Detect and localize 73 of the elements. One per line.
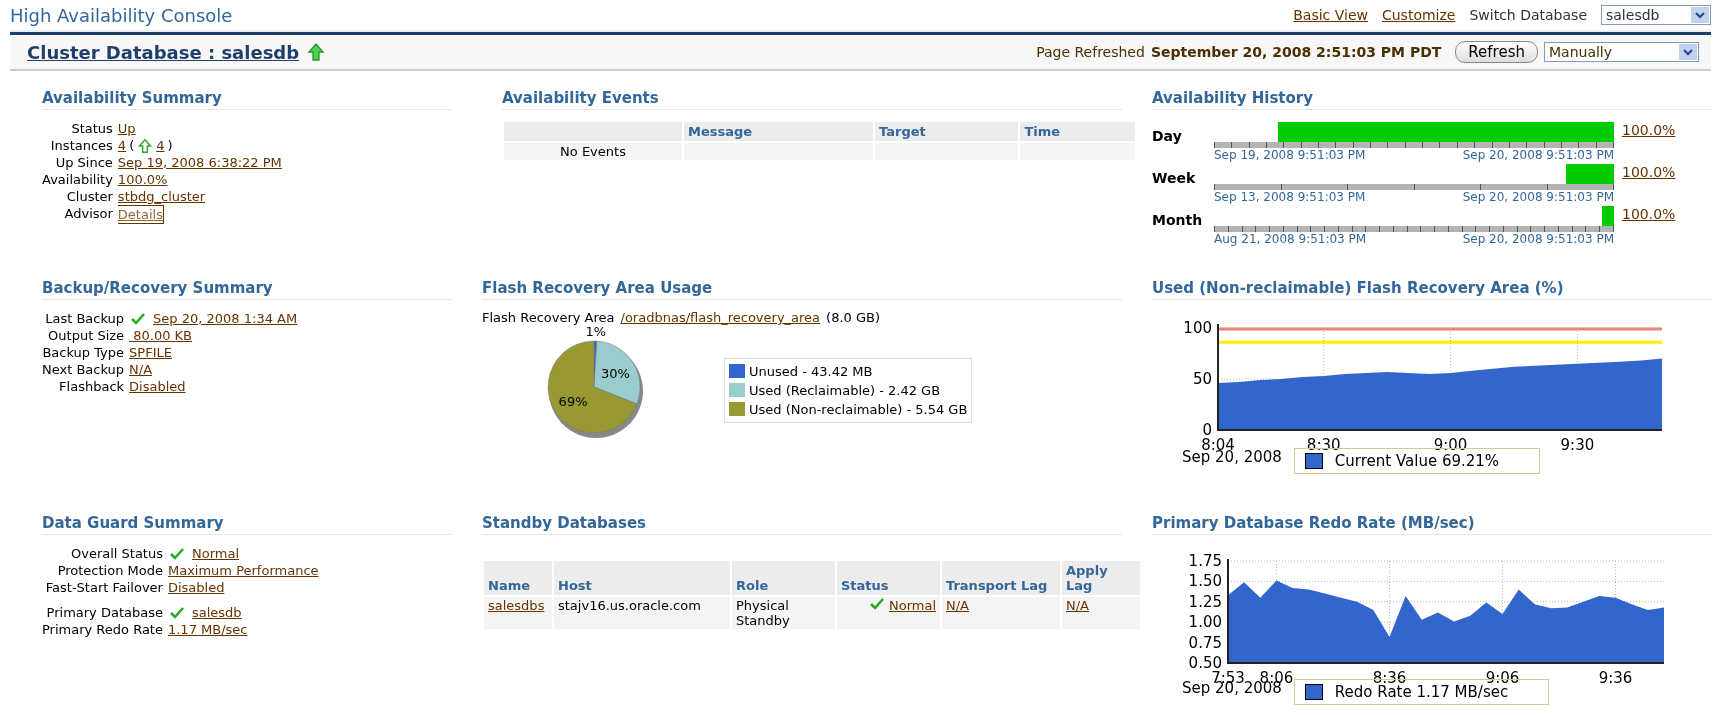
slice-label: 69%: [558, 394, 588, 410]
field-label: Up Since: [54, 154, 113, 171]
y-tick-label: 1.75: [1188, 552, 1222, 570]
refreshed-time: September 20, 2008 2:51:03 PM PDT: [1150, 44, 1442, 60]
section-heading: Availability History: [1152, 89, 1712, 110]
date-label: Sep 20, 2008 9:51:03 PM: [1462, 232, 1614, 246]
x-tick-label: 9:30: [1560, 436, 1595, 452]
app-title: High Availability Console: [10, 4, 233, 26]
legend-label: Used (Non-reclaimable) - 5.54 GB: [749, 400, 968, 419]
x-tick-label: 9:36: [1598, 669, 1633, 685]
section-heading: Flash Recovery Area Usage: [482, 279, 1122, 300]
section-heading: Data Guard Summary: [42, 514, 452, 535]
field-label: Protection Mode: [56, 562, 163, 579]
size-text: (8.0 GB): [826, 310, 881, 325]
period-label: Month: [1152, 211, 1204, 228]
section-heading: Used (Non-reclaimable) Flash Recovery Area (%): [1152, 279, 1712, 300]
field-label: Flashback: [58, 378, 125, 395]
paren: ): [167, 137, 173, 154]
column-header: Status: [837, 561, 940, 595]
field-label: Primary Database: [45, 604, 163, 621]
legend-label: Used (Reclaimable) - 2.42 GB: [749, 381, 941, 400]
field-label: Cluster: [65, 188, 113, 205]
section-heading: Standby Databases: [482, 514, 1122, 535]
y-tick-label: 1.00: [1188, 613, 1222, 632]
legend-label: Current Value 69.21%: [1334, 452, 1500, 470]
column-header: Name: [484, 561, 552, 595]
field-label: Flash Recovery Area: [482, 310, 615, 325]
table-cell: stajv16.us.oracle.com: [554, 597, 730, 629]
y-tick-label: 0: [1202, 421, 1212, 439]
legend-label: Unused - 43.42 MB: [749, 362, 873, 381]
slice-label: 30%: [600, 366, 630, 382]
field-label: Availability: [42, 171, 113, 188]
date-label: Aug 21, 2008 9:51:03 PM: [1214, 232, 1367, 246]
period-label: Day: [1152, 127, 1183, 144]
field-label: Backup Type: [42, 344, 125, 361]
column-header: Transport Lag: [942, 561, 1060, 595]
field-label: Fast-Start Failover: [44, 579, 163, 596]
column-header: Apply Lag: [1062, 561, 1140, 595]
table-cell: Physical Standby: [732, 597, 835, 629]
field-label: Last Backup: [44, 310, 125, 327]
y-tick-label: 1.50: [1188, 572, 1222, 591]
column-header: Target: [875, 122, 1019, 141]
refreshed-label: Page Refreshed: [1036, 44, 1145, 60]
date-label: Sep 19, 2008 9:51:03 PM: [1214, 148, 1366, 162]
date-label: Sep 20, 2008 9:51:03 PM: [1462, 190, 1614, 204]
section-heading: Availability Events: [502, 89, 1122, 110]
y-tick-label: 0.75: [1188, 633, 1222, 652]
field-label: Status: [70, 120, 113, 137]
column-header: Time: [1020, 122, 1135, 141]
section-heading: Backup/Recovery Summary: [42, 279, 452, 300]
column-header: Message: [684, 122, 874, 141]
field-label: Primary Redo Rate: [42, 621, 163, 638]
switch-label: Switch Database: [1469, 7, 1587, 23]
field-label: Instances: [49, 137, 113, 154]
field-label: Advisor: [63, 205, 113, 223]
section-heading: Primary Database Redo Rate (MB/sec): [1152, 514, 1712, 535]
legend-label: Redo Rate 1.17 MB/sec: [1334, 683, 1509, 701]
date-label: Sep 13, 2008 9:51:03 PM: [1214, 190, 1366, 204]
section-heading: Availability Summary: [42, 89, 452, 110]
field-label: Output Size: [47, 327, 125, 344]
y-tick-label: 0.50: [1188, 654, 1222, 672]
slice-label: 1%: [585, 324, 607, 340]
y-tick-label: 50: [1192, 370, 1212, 388]
paren: (: [129, 137, 135, 154]
date-label: Sep 20, 2008 9:51:03 PM: [1462, 148, 1614, 162]
y-tick-label: 100: [1183, 319, 1212, 337]
y-tick-label: 1.25: [1188, 592, 1222, 611]
table-cell: No Events: [504, 143, 682, 160]
column-header: Host: [554, 561, 730, 595]
period-label: Week: [1152, 169, 1197, 186]
column-header: Role: [732, 561, 835, 595]
field-label: Overall Status: [69, 545, 163, 562]
field-label: Next Backup: [42, 361, 125, 378]
